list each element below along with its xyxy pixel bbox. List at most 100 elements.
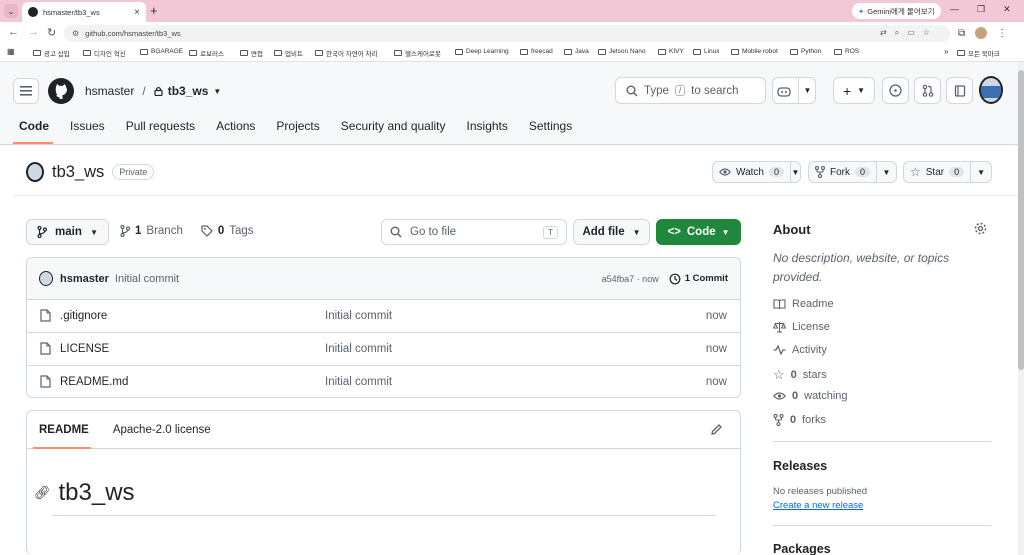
file-commit-message[interactable]: Initial commit: [325, 310, 392, 322]
stars-link[interactable]: ☆ 0 stars: [773, 367, 827, 383]
repo-name-link[interactable]: tb3_ws: [168, 84, 209, 98]
file-name-link[interactable]: LICENSE: [60, 343, 109, 355]
back-icon[interactable]: ←: [8, 26, 19, 38]
forks-link[interactable]: 0 forks: [773, 414, 826, 426]
bookmark-folder[interactable]: 디자인 혁신: [83, 48, 126, 58]
releases-heading[interactable]: Releases: [773, 459, 827, 473]
more-bookmarks-icon[interactable]: »: [944, 47, 948, 56]
edit-pencil-icon[interactable]: [710, 423, 723, 436]
file-name-link[interactable]: .gitignore: [60, 310, 107, 322]
browser-tab[interactable]: hsmaster/tb3_ws ×: [22, 2, 146, 22]
star-dropdown-icon[interactable]: ▼: [971, 168, 991, 177]
bookmark-folder[interactable]: Linux: [693, 48, 720, 55]
minimize-icon[interactable]: —: [950, 4, 959, 15]
packages-heading[interactable]: Packages: [773, 542, 831, 555]
bookmark-folder[interactable]: 광고 삽입: [33, 48, 70, 58]
commit-author-avatar[interactable]: [39, 271, 53, 286]
new-tab-icon[interactable]: +: [150, 3, 158, 18]
tab-readme[interactable]: README: [39, 424, 89, 436]
tab-projects[interactable]: Projects: [276, 119, 319, 133]
file-commit-message[interactable]: Initial commit: [325, 343, 392, 355]
license-link[interactable]: License: [773, 321, 830, 333]
bookmark-folder[interactable]: 업비트: [274, 48, 303, 58]
owner-link[interactable]: hsmaster: [85, 84, 134, 98]
create-release-link[interactable]: Create a new release: [773, 500, 863, 511]
branches-link[interactable]: 1 Branch: [120, 225, 183, 237]
zoom-icon[interactable]: ⌕: [895, 28, 899, 38]
tab-actions[interactable]: Actions: [216, 119, 255, 133]
bookmark-folder[interactable]: 로보러스: [189, 48, 224, 58]
bookmark-folder[interactable]: 한국어 자연어 처리: [315, 48, 377, 58]
profile-avatar[interactable]: [975, 27, 988, 39]
bookmark-folder[interactable]: BGARAGE: [140, 48, 183, 55]
readme-link[interactable]: Readme: [773, 298, 834, 310]
inbox-button[interactable]: [946, 77, 973, 104]
bookmark-folder[interactable]: freecad: [520, 48, 553, 55]
bookmark-folder[interactable]: Mobile robot: [731, 48, 778, 55]
commit-sha-time[interactable]: a54fba7 · now: [602, 274, 659, 284]
watch-dropdown-icon[interactable]: ▼: [791, 168, 800, 177]
commit-message[interactable]: Initial commit: [115, 273, 179, 285]
site-info-icon[interactable]: ⚙: [72, 29, 79, 38]
add-file-button[interactable]: Add file ▼: [573, 219, 650, 245]
repo-title-name[interactable]: tb3_ws: [52, 163, 104, 182]
anchor-link-icon[interactable]: 🔗︎: [34, 485, 51, 501]
tab-code[interactable]: Code: [19, 119, 49, 133]
copilot-button[interactable]: ▼: [772, 77, 816, 104]
global-search-button[interactable]: Type / to search: [615, 77, 766, 104]
star-button[interactable]: ☆ Star 0: [904, 162, 972, 182]
commits-link[interactable]: 1 Commit: [669, 273, 728, 285]
fork-button[interactable]: Fork 0: [809, 162, 878, 182]
user-avatar[interactable]: [979, 76, 1003, 104]
cast-icon[interactable]: ▭: [907, 28, 915, 38]
tab-security-and-quality[interactable]: Security and quality: [341, 119, 446, 133]
repo-link[interactable]: tb3_ws ▼: [154, 84, 221, 98]
apps-grid-icon[interactable]: ▦: [7, 47, 15, 56]
gear-icon[interactable]: [974, 222, 987, 235]
tab-search-chevron-icon[interactable]: ⌄: [4, 4, 18, 18]
caret-down-icon[interactable]: ▼: [213, 87, 221, 96]
tags-link[interactable]: 0 Tags: [201, 225, 254, 237]
owner-avatar[interactable]: [26, 162, 44, 182]
close-tab-icon[interactable]: ×: [134, 7, 140, 18]
forward-icon[interactable]: →: [28, 26, 39, 38]
activity-link[interactable]: Activity: [773, 344, 827, 356]
file-name-link[interactable]: README.md: [60, 376, 128, 388]
bookmark-folder[interactable]: Deep Learning: [455, 48, 509, 55]
github-logo-icon[interactable]: [48, 78, 74, 104]
tab-insights[interactable]: Insights: [467, 119, 508, 133]
pull-requests-button[interactable]: [914, 77, 941, 104]
bookmark-folder[interactable]: KIVY: [658, 48, 684, 55]
code-button[interactable]: <> Code ▼: [656, 219, 741, 245]
watching-link[interactable]: 0 watching: [773, 390, 848, 402]
restore-icon[interactable]: ❐: [977, 4, 985, 15]
branch-selector[interactable]: main ▼: [26, 219, 109, 245]
tab-settings[interactable]: Settings: [529, 119, 572, 133]
fork-dropdown-icon[interactable]: ▼: [877, 168, 896, 177]
copilot-dropdown-icon[interactable]: ▼: [797, 78, 811, 103]
reload-icon[interactable]: ↻: [47, 26, 56, 39]
scrollbar-thumb[interactable]: [1018, 70, 1024, 370]
bookmark-folder[interactable]: Python: [790, 48, 821, 55]
bookmark-folder[interactable]: ROS: [834, 48, 859, 55]
file-commit-message[interactable]: Initial commit: [325, 376, 392, 388]
menu-kebab-icon[interactable]: ⋮: [997, 28, 1007, 39]
bookmark-folder[interactable]: Java: [564, 48, 589, 55]
omnibox[interactable]: ⚙ github.com/hsmaster/tb3_ws: [64, 25, 950, 42]
translate-icon[interactable]: ⇄: [880, 28, 887, 38]
tab-pull-requests[interactable]: Pull requests: [126, 119, 195, 133]
issues-button[interactable]: [882, 77, 909, 104]
go-to-file-input[interactable]: Go to file T: [381, 219, 567, 245]
bookmark-folder[interactable]: Jetson Nano: [598, 48, 646, 55]
create-new-button[interactable]: + ▼: [833, 77, 875, 104]
bookmark-folder[interactable]: 헬스케어로봇: [394, 48, 441, 58]
tab-issues[interactable]: Issues: [70, 119, 105, 133]
commit-author[interactable]: hsmaster: [60, 273, 109, 285]
bookmark-star-icon[interactable]: ☆: [923, 28, 930, 38]
tab-license[interactable]: Apache-2.0 license: [113, 424, 211, 436]
hamburger-menu-button[interactable]: [13, 78, 39, 104]
all-bookmarks-folder[interactable]: 모든 북마크: [957, 48, 1000, 58]
close-window-icon[interactable]: ✕: [1003, 4, 1011, 15]
extensions-icon[interactable]: ⧉: [958, 28, 965, 39]
watch-button[interactable]: Watch 0: [713, 162, 791, 182]
